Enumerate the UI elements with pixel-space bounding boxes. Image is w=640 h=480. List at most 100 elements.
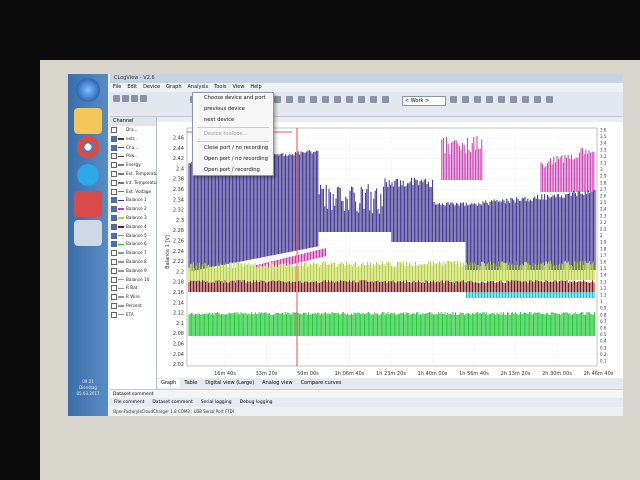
device-menu-item[interactable]: next device: [193, 115, 273, 126]
channel-checkbox[interactable]: [111, 171, 117, 177]
skype-icon[interactable]: [77, 164, 99, 186]
channel-checkbox[interactable]: [111, 136, 117, 142]
channel-row[interactable]: Cha...: [110, 144, 156, 153]
channel-checkbox[interactable]: [111, 259, 117, 265]
toolbar-button-icon[interactable]: [474, 96, 481, 103]
tab-digital-view-large-[interactable]: Digital view (Large): [201, 379, 258, 388]
toolbar-button-icon[interactable]: [298, 96, 305, 103]
toolbar-button-icon[interactable]: [382, 96, 389, 103]
channel-checkbox[interactable]: [111, 153, 117, 159]
channel-row[interactable]: Ext. Temperature: [110, 170, 156, 179]
tab-graph[interactable]: Graph: [157, 379, 180, 388]
toolbar-button-icon[interactable]: [534, 96, 541, 103]
toolbar-button-icon[interactable]: [462, 96, 469, 103]
device-menu-item[interactable]: Open port / no recording: [193, 154, 273, 165]
channel-row[interactable]: Percent: [110, 302, 156, 311]
folder-icon[interactable]: [74, 108, 102, 134]
channel-checkbox[interactable]: [111, 224, 117, 230]
channel-row[interactable]: Balance 6: [110, 240, 156, 249]
menu-analysis[interactable]: Analysis: [185, 83, 212, 92]
menu-tools[interactable]: Tools: [211, 83, 229, 92]
tab-serial-logging[interactable]: Serial logging: [197, 398, 236, 407]
tab-dataset-comment[interactable]: Dataset comment: [148, 398, 196, 407]
menu-graph[interactable]: Graph: [163, 83, 184, 92]
toolbar-button-icon[interactable]: [346, 96, 353, 103]
channel-checkbox[interactable]: [111, 241, 117, 247]
channel-row[interactable]: R Bat: [110, 284, 156, 293]
channel-checkbox[interactable]: [111, 206, 117, 212]
logview-app-icon[interactable]: [74, 191, 102, 217]
channel-row[interactable]: ETA: [110, 311, 156, 320]
toolbar-button-icon[interactable]: [450, 96, 457, 103]
channel-checkbox[interactable]: [111, 294, 117, 300]
menu-file[interactable]: File: [110, 83, 124, 92]
toolbar-button-icon[interactable]: [131, 95, 138, 102]
toolbar-button-icon[interactable]: [498, 96, 505, 103]
tab-compare-curves[interactable]: Compare curves: [297, 379, 346, 388]
tab-table[interactable]: Table: [180, 379, 201, 388]
toolbar-button-icon[interactable]: [286, 96, 293, 103]
toolbar-button-icon[interactable]: [510, 96, 517, 103]
channel-label: Pow...: [126, 153, 138, 158]
toolbar-button-icon[interactable]: [334, 96, 341, 103]
toolbar-button-icon[interactable]: [522, 96, 529, 103]
menu-view[interactable]: View: [229, 83, 247, 92]
channel-checkbox[interactable]: [111, 268, 117, 274]
channel-checkbox[interactable]: [111, 215, 117, 221]
channel-row[interactable]: Dra...: [110, 126, 156, 135]
channel-row[interactable]: Pow...: [110, 152, 156, 161]
channel-checkbox[interactable]: [111, 180, 117, 186]
channel-row[interactable]: Balance 7: [110, 249, 156, 258]
y-tick-label: 2.04: [173, 352, 184, 358]
chrome-icon[interactable]: [77, 136, 99, 158]
toolbar-button-icon[interactable]: [322, 96, 329, 103]
channel-checkbox[interactable]: [111, 285, 117, 291]
channel-row[interactable]: Energy: [110, 161, 156, 170]
menu-device[interactable]: Device: [140, 83, 163, 92]
channel-checkbox[interactable]: [111, 145, 117, 151]
toolbar-button-icon[interactable]: [140, 95, 147, 102]
toolbar-button-icon[interactable]: [274, 96, 281, 103]
channel-checkbox[interactable]: [111, 303, 117, 309]
device-menu-item[interactable]: previous device: [193, 104, 273, 115]
channel-row[interactable]: Balance 8: [110, 258, 156, 267]
channel-row[interactable]: Balance 3: [110, 214, 156, 223]
device-menu-item[interactable]: Choose device and port: [193, 93, 273, 104]
channel-label: Ext. Voltage: [126, 189, 151, 194]
channel-checkbox[interactable]: [111, 189, 117, 195]
menu-edit[interactable]: Edit: [124, 83, 140, 92]
start-button[interactable]: [76, 78, 100, 102]
work-dropdown[interactable]: < Work >: [402, 96, 446, 106]
toolbar-button-icon[interactable]: [546, 96, 553, 103]
channel-checkbox[interactable]: [111, 250, 117, 256]
device-menu-item[interactable]: Open port / recording: [193, 165, 273, 176]
tab-debug-logging[interactable]: Debug logging: [236, 398, 277, 407]
channel-row[interactable]: extr...: [110, 135, 156, 144]
menu-help[interactable]: Help: [247, 83, 264, 92]
channel-row[interactable]: Ext. Voltage: [110, 188, 156, 197]
channel-row[interactable]: Balance 1: [110, 196, 156, 205]
channel-row[interactable]: Int. Temperature: [110, 179, 156, 188]
tab-analog-view[interactable]: Analog view: [258, 379, 296, 388]
channel-row[interactable]: Balance 10: [110, 276, 156, 285]
channel-checkbox[interactable]: [111, 162, 117, 168]
app-icon[interactable]: [74, 220, 102, 246]
channel-checkbox[interactable]: [111, 312, 117, 318]
toolbar-button-icon[interactable]: [310, 96, 317, 103]
channel-row[interactable]: Balance 2: [110, 205, 156, 214]
device-menu-item[interactable]: Close port / no recording: [193, 143, 273, 154]
channel-checkbox[interactable]: [111, 127, 117, 133]
channel-checkbox[interactable]: [111, 277, 117, 283]
channel-checkbox[interactable]: [111, 197, 117, 203]
channel-row[interactable]: Balance 4: [110, 223, 156, 232]
toolbar-button-icon[interactable]: [113, 95, 120, 102]
toolbar-button-icon[interactable]: [370, 96, 377, 103]
toolbar-button-icon[interactable]: [486, 96, 493, 103]
channel-row[interactable]: Balance 5: [110, 232, 156, 241]
channel-row[interactable]: Balance 9: [110, 267, 156, 276]
channel-row[interactable]: R Wire: [110, 293, 156, 302]
channel-checkbox[interactable]: [111, 233, 117, 239]
toolbar-button-icon[interactable]: [358, 96, 365, 103]
toolbar-button-icon[interactable]: [122, 95, 129, 102]
tab-file-comment[interactable]: File comment: [110, 398, 148, 407]
